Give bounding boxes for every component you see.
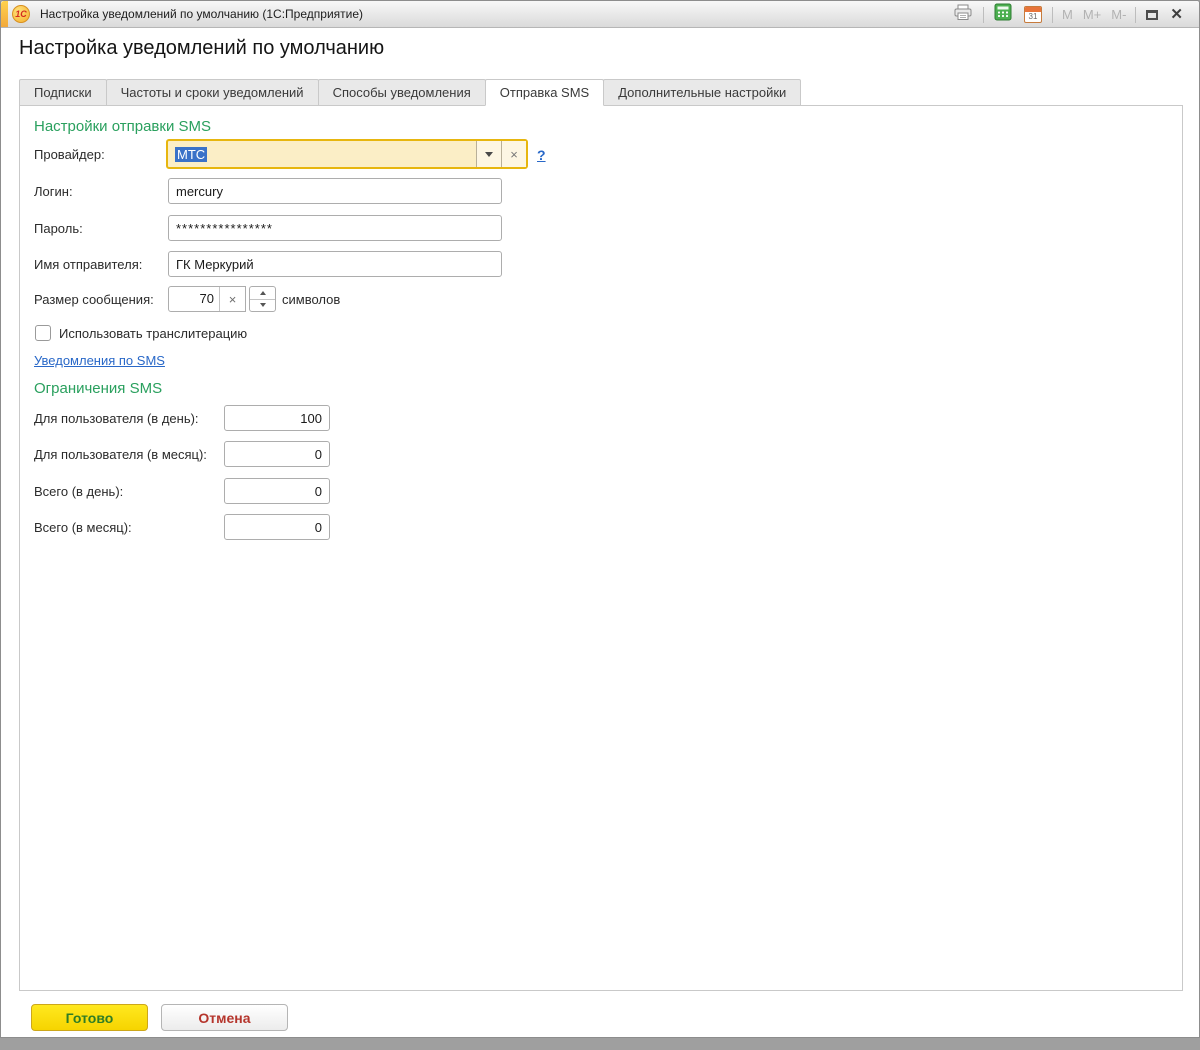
message-size-value[interactable]: 70 — [169, 287, 219, 311]
calendar-icon: 31 — [1023, 6, 1042, 23]
printer-icon — [953, 4, 973, 26]
calendar-button[interactable]: 31 — [1018, 4, 1048, 26]
password-label: Пароль: — [34, 221, 83, 236]
message-size-input[interactable]: 70 × — [168, 286, 246, 312]
print-button[interactable] — [947, 4, 979, 26]
sender-name-input[interactable] — [168, 251, 502, 277]
tab-subscriptions[interactable]: Подписки — [19, 79, 107, 106]
sender-name-label: Имя отправителя: — [34, 257, 143, 272]
limit-user-per-month-input[interactable] — [224, 441, 330, 467]
sms-notifications-link[interactable]: Уведомления по SMS — [34, 353, 165, 368]
provider-value[interactable]: МТС — [168, 141, 476, 167]
memory-m-minus-button[interactable]: M- — [1106, 4, 1131, 26]
sms-limits-section-title: Ограничения SMS — [34, 380, 163, 397]
titlebar: 1С Настройка уведомлений по умолчанию (1… — [1, 1, 1199, 28]
message-size-stepper — [249, 286, 276, 312]
provider-help-link[interactable]: ? — [537, 147, 546, 163]
message-size-label: Размер сообщения: — [34, 292, 154, 307]
titlebar-accent — [1, 1, 8, 27]
maximize-button[interactable] — [1140, 4, 1164, 26]
close-icon: ✕ — [1170, 6, 1183, 23]
provider-dropdown-button[interactable] — [476, 141, 501, 167]
memory-m-plus-button[interactable]: M+ — [1078, 4, 1106, 26]
limit-total-per-day-label: Всего (в день): — [34, 484, 124, 499]
provider-clear-button[interactable]: × — [501, 141, 526, 167]
arrow-up-icon — [259, 290, 266, 295]
provider-selected-text: МТС — [175, 146, 208, 162]
limit-user-per-month-label: Для пользователя (в месяц): — [34, 447, 207, 462]
tab-bar: Подписки Частоты и сроки уведомлений Спо… — [19, 79, 802, 106]
stepper-up-button[interactable] — [250, 287, 275, 300]
transliteration-checkbox[interactable] — [35, 325, 51, 341]
maximize-icon — [1146, 9, 1159, 20]
limit-total-per-month-input[interactable] — [224, 514, 330, 540]
transliteration-label[interactable]: Использовать транслитерацию — [59, 326, 247, 341]
limit-total-per-month-label: Всего (в месяц): — [34, 520, 132, 535]
message-size-clear-button[interactable]: × — [219, 287, 245, 311]
memory-m-button[interactable]: M — [1057, 4, 1078, 26]
calculator-button[interactable] — [988, 3, 1018, 26]
provider-label: Провайдер: — [34, 147, 105, 162]
1c-logo-icon: 1С — [12, 5, 30, 23]
titlebar-separator — [1135, 6, 1137, 23]
message-size-suffix: символов — [282, 292, 341, 307]
limit-user-per-day-input[interactable] — [224, 405, 330, 431]
tab-sms-sending[interactable]: Отправка SMS — [484, 79, 605, 106]
window-title: Настройка уведомлений по умолчанию (1С:П… — [40, 7, 364, 21]
sms-sending-section-title: Настройки отправки SMS — [34, 118, 211, 135]
message-size-group: 70 × — [168, 286, 276, 312]
titlebar-separator — [1051, 6, 1053, 23]
login-input[interactable] — [168, 178, 502, 204]
done-button[interactable]: Готово — [31, 1004, 148, 1031]
tab-notification-methods[interactable]: Способы уведомления — [317, 79, 486, 106]
tab-frequencies[interactable]: Частоты и сроки уведомлений — [105, 79, 319, 106]
cancel-button[interactable]: Отмена — [161, 1004, 288, 1031]
tab-additional-settings[interactable]: Дополнительные настройки — [603, 79, 802, 106]
chevron-down-icon — [485, 151, 493, 157]
limit-user-per-day-label: Для пользователя (в день): — [34, 411, 199, 426]
limit-total-per-day-input[interactable] — [224, 478, 330, 504]
titlebar-separator — [982, 6, 984, 23]
page-title: Настройка уведомлений по умолчанию — [19, 37, 385, 59]
provider-combobox[interactable]: МТС × — [166, 139, 528, 169]
sms-settings-panel: Настройки отправки SMS Провайдер: МТС × … — [19, 105, 1183, 991]
arrow-down-icon — [259, 303, 266, 308]
app-window: 1С Настройка уведомлений по умолчанию (1… — [0, 0, 1200, 1038]
login-label: Логин: — [34, 184, 73, 199]
clear-icon: × — [510, 146, 518, 162]
password-input[interactable] — [168, 215, 502, 241]
close-button[interactable]: ✕ — [1164, 4, 1189, 26]
calculator-icon — [994, 3, 1012, 26]
stepper-down-button[interactable] — [250, 300, 275, 312]
